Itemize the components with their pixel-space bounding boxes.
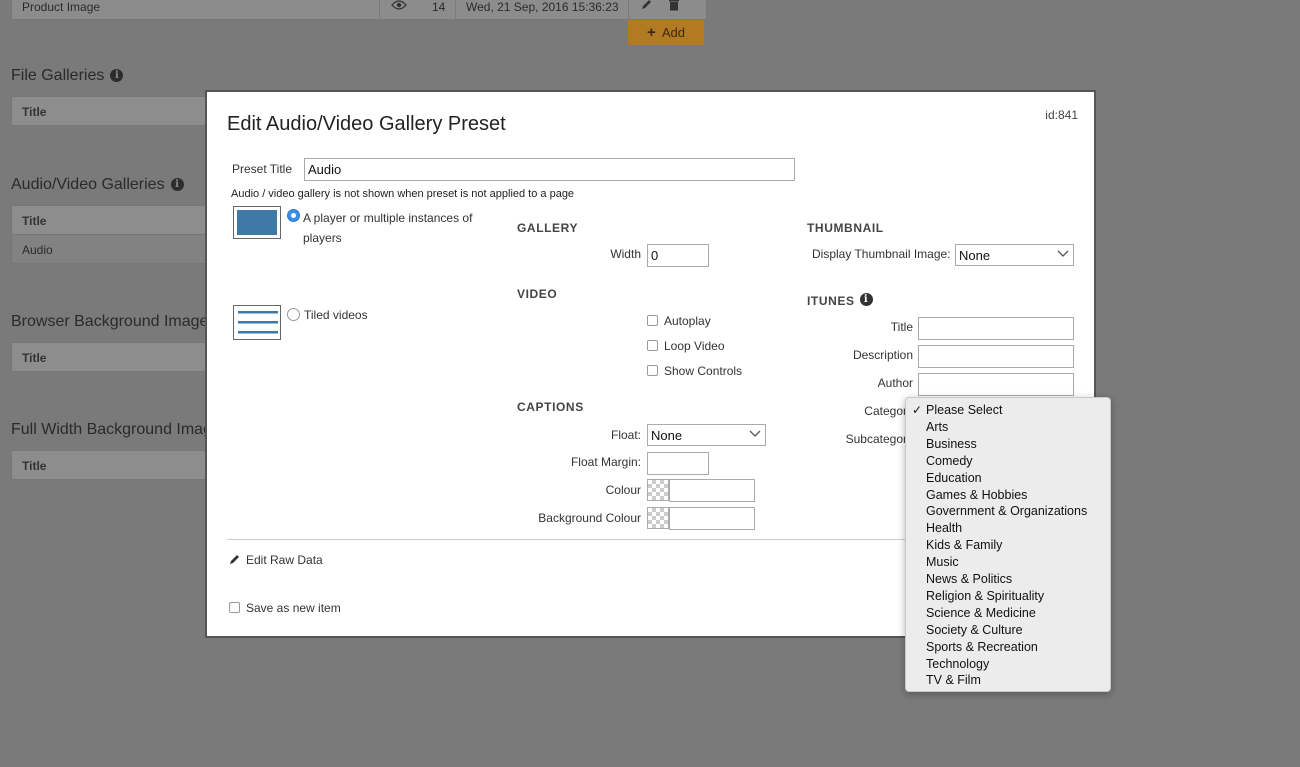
row-count: 14 xyxy=(432,0,446,14)
category-option[interactable]: Sports & Recreation xyxy=(926,640,1038,654)
info-icon[interactable]: i xyxy=(110,69,124,82)
tiled-layout-thumbnail[interactable] xyxy=(233,305,281,340)
display-thumbnail-value: None xyxy=(959,248,991,263)
category-option[interactable]: Health xyxy=(926,521,962,535)
tiled-layout-radio[interactable] xyxy=(287,308,300,321)
loop-video-label: Loop Video xyxy=(664,339,725,353)
category-option[interactable]: Technology xyxy=(926,657,989,671)
category-option[interactable]: News & Politics xyxy=(926,572,1012,586)
preset-title-input[interactable] xyxy=(304,158,795,181)
category-option[interactable]: Music xyxy=(926,555,959,569)
colour-input[interactable] xyxy=(669,479,755,502)
autoplay-label: Autoplay xyxy=(664,314,711,328)
player-layout-radio[interactable] xyxy=(287,209,300,222)
section-title-file-galleries: File Galleries i xyxy=(11,67,124,85)
save-as-new-checkbox[interactable] xyxy=(229,602,240,613)
add-button-label: Add xyxy=(661,25,685,40)
thumbnail-heading: THUMBNAIL xyxy=(807,221,884,235)
colour-swatch[interactable] xyxy=(647,479,669,501)
float-margin-input[interactable] xyxy=(647,452,709,475)
float-select-value: None xyxy=(651,428,683,443)
category-option[interactable]: Kids & Family xyxy=(926,538,1002,552)
preset-title-label: Preset Title xyxy=(232,162,293,176)
preset-notice: Audio / video gallery is not shown when … xyxy=(231,188,575,200)
category-dropdown-menu[interactable]: ✓ Please Select Arts Business Comedy Educati… xyxy=(905,397,1111,692)
itunes-title-label: Title xyxy=(890,320,913,334)
itunes-category-label: Category xyxy=(864,404,913,418)
category-option[interactable]: Education xyxy=(926,471,982,485)
checkmark-icon: ✓ xyxy=(912,403,923,417)
display-thumbnail-label: Display Thumbnail Image: xyxy=(812,247,951,261)
row-date: Wed, 21 Sep, 2016 15:36:23 xyxy=(466,0,619,14)
itunes-title-input[interactable] xyxy=(918,317,1074,340)
video-heading: VIDEO xyxy=(517,287,558,301)
background-colour-input[interactable] xyxy=(669,507,755,530)
autoplay-checkbox[interactable] xyxy=(647,315,658,326)
file-galleries-header: Title xyxy=(11,96,207,126)
save-as-new-label: Save as new item xyxy=(246,601,341,615)
plus-icon: + xyxy=(647,24,656,41)
av-galleries-row[interactable]: Audio xyxy=(11,235,207,264)
av-galleries-header: Title xyxy=(11,205,207,235)
category-option[interactable]: Comedy xyxy=(926,454,973,468)
display-thumbnail-select[interactable]: None xyxy=(955,244,1074,266)
info-icon[interactable]: i xyxy=(170,178,184,191)
category-option[interactable]: Society & Culture xyxy=(926,623,1023,637)
itunes-description-input[interactable] xyxy=(918,345,1074,368)
show-controls-checkbox[interactable] xyxy=(647,365,658,376)
chevron-down-icon xyxy=(1057,247,1069,259)
gallery-width-label: Width xyxy=(610,247,641,261)
itunes-author-input[interactable] xyxy=(918,373,1074,396)
item-id: id:841 xyxy=(1045,108,1078,122)
player-layout-label: A player or multiple instances of player… xyxy=(303,211,473,245)
player-layout-thumbnail[interactable] xyxy=(233,206,281,239)
background-colour-label: Background Colour xyxy=(538,511,641,525)
eye-icon[interactable] xyxy=(391,0,407,14)
section-title-av-galleries: Audio/Video Galleries i xyxy=(11,176,184,194)
category-option[interactable]: Games & Hobbies xyxy=(926,488,1027,502)
tiled-layout-label: Tiled videos xyxy=(304,308,368,322)
colour-label: Colour xyxy=(605,483,641,497)
itunes-subcategory-label: Subcategory xyxy=(845,432,913,446)
float-select[interactable]: None xyxy=(647,424,766,446)
section-title-full-width-bg: Full Width Background Image xyxy=(11,421,221,438)
pencil-icon xyxy=(230,555,239,564)
itunes-heading: ITUNES i xyxy=(807,293,873,308)
float-margin-label: Float Margin: xyxy=(570,455,641,469)
modal-title: Edit Audio/Video Gallery Preset xyxy=(227,113,506,135)
show-controls-label: Show Controls xyxy=(664,364,743,378)
browser-bg-header: Title xyxy=(11,342,207,372)
row-title: Product Image xyxy=(22,0,101,14)
trash-icon[interactable] xyxy=(668,0,680,14)
product-image-row: Product Image 14 Wed, 21 Sep, 2016 15:36… xyxy=(11,0,707,20)
category-option[interactable]: Science & Medicine xyxy=(926,606,1036,620)
gallery-width-input[interactable] xyxy=(647,244,709,267)
chevron-down-icon xyxy=(749,427,761,439)
pencil-icon[interactable] xyxy=(640,0,653,14)
category-option[interactable]: Business xyxy=(926,437,977,451)
section-title-browser-bg: Browser Background Image xyxy=(11,313,209,330)
itunes-author-label: Author xyxy=(877,376,913,390)
itunes-description-label: Description xyxy=(852,348,913,362)
loop-video-checkbox[interactable] xyxy=(647,340,658,351)
category-option[interactable]: Government & Organizations xyxy=(926,504,1087,518)
gallery-heading: GALLERY xyxy=(517,221,579,235)
add-button[interactable]: + Add xyxy=(628,20,704,45)
category-option[interactable]: TV & Film xyxy=(926,673,981,687)
category-option[interactable]: Arts xyxy=(926,420,948,434)
captions-heading: CAPTIONS xyxy=(517,400,584,414)
category-option[interactable]: Religion & Spirituality xyxy=(926,589,1044,603)
info-icon[interactable]: i xyxy=(859,293,873,306)
category-option[interactable]: Please Select xyxy=(926,403,1002,417)
full-width-bg-header: Title xyxy=(11,450,207,480)
edit-raw-data-link[interactable]: Edit Raw Data xyxy=(229,553,323,567)
background-colour-swatch[interactable] xyxy=(647,507,669,529)
float-label: Float: xyxy=(610,428,641,442)
